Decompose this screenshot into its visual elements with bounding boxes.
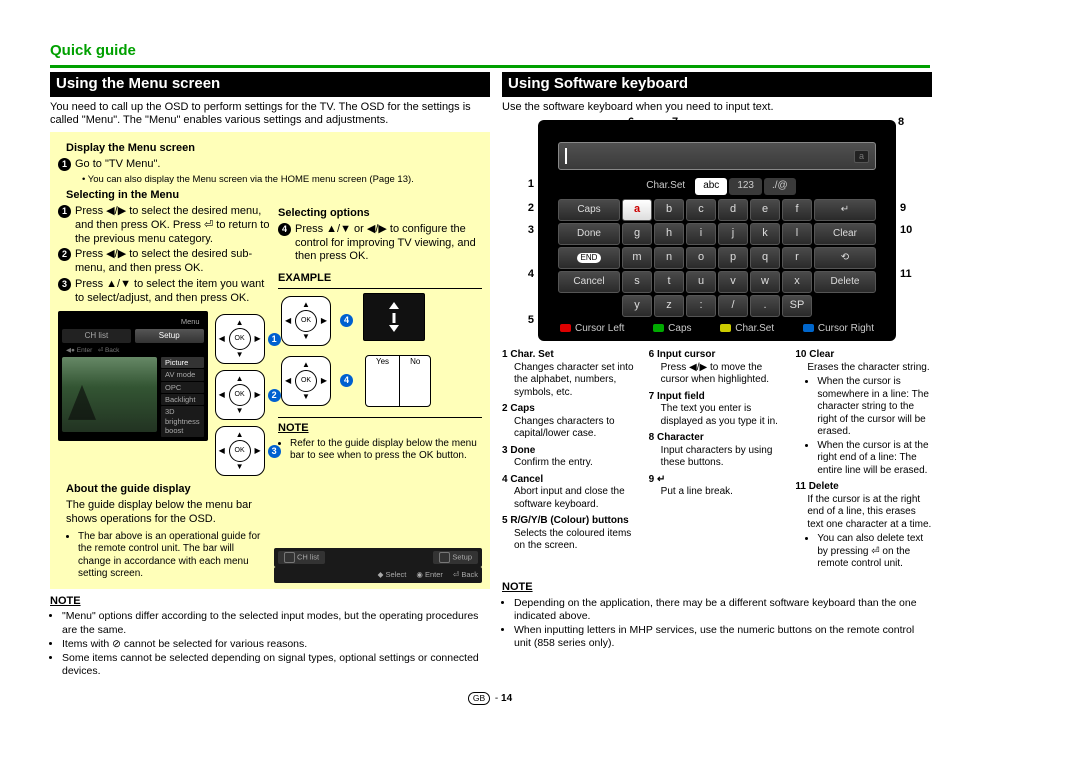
section-title-menu: Using the Menu screen <box>50 72 490 97</box>
legend-item-3: 3 DoneConfirm the entry. <box>502 445 639 470</box>
display-subnote: • You can also display the Menu screen v… <box>82 174 482 186</box>
display-step1: Go to "TV Menu". <box>75 158 482 172</box>
callout-3: 3 <box>514 224 534 238</box>
right-note-head: NOTE <box>502 581 932 595</box>
example-pad-b: ▲▼◀▶ <box>281 356 331 406</box>
right-note-1: Depending on the application, there may … <box>514 597 932 623</box>
legend-item-11: 11 DeleteIf the cursor is at the right e… <box>795 481 932 571</box>
page-header: Quick guide <box>50 42 930 68</box>
display-menu-head: Display the Menu screen <box>66 142 482 156</box>
about-bullet-1: The bar above is an operational guide fo… <box>78 531 266 581</box>
step-num-4: 4 <box>278 223 291 236</box>
callout-10: 10 <box>900 224 920 238</box>
step-1-icon: 1 <box>58 158 71 171</box>
left-note-2: Items with ⊘ cannot be selected for vari… <box>62 638 490 651</box>
step-num-2: 2 <box>58 248 71 261</box>
section-title-keyboard: Using Software keyboard <box>502 72 932 97</box>
kbd-cursor-icon <box>565 148 567 164</box>
legend-item-6: 6 Input cursorPress ◀/▶ to move the curs… <box>649 349 786 387</box>
legend-item-4: 4 CancelAbort input and close the softwa… <box>502 474 639 512</box>
kbd-clear: Clear <box>814 223 876 245</box>
legend-item-10: 10 ClearErases the character string.When… <box>795 349 932 477</box>
kbd-done: Done <box>558 223 620 245</box>
callout-1: 1 <box>514 178 534 192</box>
legend-item-2: 2 CapsChanges characters to capital/lowe… <box>502 403 639 441</box>
page-number: 14 <box>501 693 512 704</box>
menu-item-list: Picture AV mode OPC Backlight 3D brightn… <box>161 357 204 437</box>
yes-no-dialog: YesNo <box>365 355 431 407</box>
callout-5: 5 <box>514 314 534 328</box>
example-pad-a: ▲▼◀▶ <box>281 296 331 346</box>
legend-item-9: 9 ↵Put a line break. <box>649 474 786 499</box>
kbd-tab-abc: abc <box>695 178 727 195</box>
step-num-3: 3 <box>58 278 71 291</box>
kbd-delete: Delete <box>814 271 876 293</box>
intro-keyboard: Use the software keyboard when you need … <box>502 101 932 115</box>
remote-pad-1: ▲▼◀▶ <box>215 314 265 364</box>
guide-bar-mock: CH list Setup <box>274 548 482 567</box>
software-keyboard-mock: a Char.Set abc 123 ./@ Caps a b c d e <box>538 120 896 341</box>
display-bullet: You can also display the Menu screen via… <box>88 174 414 185</box>
left-note-1: "Menu" options differ according to the s… <box>62 610 490 636</box>
step-num-1: 1 <box>58 205 71 218</box>
kbd-input-field: a <box>558 142 876 170</box>
selecting-options-head: Selecting options <box>278 207 482 221</box>
legend-item-8: 8 CharacterInput characters by using the… <box>649 432 786 470</box>
legend-item-7: 7 Input fieldThe text you enter is displ… <box>649 391 786 429</box>
about-text: The guide display below the menu bar sho… <box>66 499 266 527</box>
legend-item-5: 5 R/G/Y/B (Colour) buttonsSelects the co… <box>502 515 639 553</box>
selecting-s4: Press ▲/▼ or ◀/▶ to configure the contro… <box>295 223 482 264</box>
intro-menu: You need to call up the OSD to perform s… <box>50 101 490 129</box>
example-note-bullet: Refer to the guide display below the men… <box>290 438 482 463</box>
kbd-tab-123: 123 <box>729 178 762 195</box>
callout-4: 4 <box>514 268 534 282</box>
kbd-end: END <box>558 247 620 269</box>
menu-mock-title: Menu <box>62 315 204 328</box>
kbd-caps: Caps <box>558 199 620 221</box>
legend-item-1: 1 Char. SetChanges character set into th… <box>502 349 639 399</box>
selecting-s1: Press ◀/▶ to select the desired menu, an… <box>75 205 270 246</box>
kbd-tab-sym: ./@ <box>764 178 796 195</box>
callout-11: 11 <box>900 268 920 282</box>
kbd-space: SP <box>782 295 812 317</box>
page-footer: GB - 14 <box>50 692 930 706</box>
right-column: Using Software keyboard Use the software… <box>502 72 932 680</box>
keyboard-legend: 1 Char. SetChanges character set into th… <box>502 349 932 575</box>
callout-8: 8 <box>898 116 904 130</box>
callout-2: 2 <box>514 202 534 216</box>
kbd-key-a: a <box>622 199 652 221</box>
menu-preview-image <box>62 357 157 432</box>
remote-pad-2: ▲▼◀▶ <box>215 370 265 420</box>
about-head: About the guide display <box>66 483 266 497</box>
kbd-enter: ↵ <box>814 199 876 221</box>
lang-badge: GB <box>468 692 490 705</box>
menu-screenshot-mock: Menu CH list Setup ◀● Enter ⏎ Back Pictu… <box>58 311 208 440</box>
callout-9: 9 <box>900 202 920 216</box>
kbd-tab-charset: Char.Set <box>638 178 693 195</box>
left-note-head: NOTE <box>50 595 490 609</box>
selecting-head: Selecting in the Menu <box>66 189 482 203</box>
remote-pad-3: ▲▼◀▶ <box>215 426 265 476</box>
left-note-3: Some items cannot be selected depending … <box>62 652 490 678</box>
menu-tab-setup: Setup <box>135 329 204 343</box>
kbd-cancel: Cancel <box>558 271 620 293</box>
example-head: EXAMPLE <box>278 272 482 286</box>
kbd-delete-arrow: ⟲ <box>814 247 876 269</box>
kbd-bottom-bar: Cursor Left Caps Char.Set Cursor Right <box>558 323 876 336</box>
left-column: Using the Menu screen You need to call u… <box>50 72 490 680</box>
menu-tab-chlist: CH list <box>62 329 131 343</box>
selecting-s2: Press ◀/▶ to select the desired sub-menu… <box>75 248 270 276</box>
right-note-2: When inputting letters in MHP services, … <box>514 624 932 650</box>
selecting-s3: Press ▲/▼ to select the item you want to… <box>75 278 270 306</box>
yellow-panel-1: Display the Menu screen 1 Go to "TV Menu… <box>50 132 490 589</box>
example-note-head: NOTE <box>278 417 482 436</box>
